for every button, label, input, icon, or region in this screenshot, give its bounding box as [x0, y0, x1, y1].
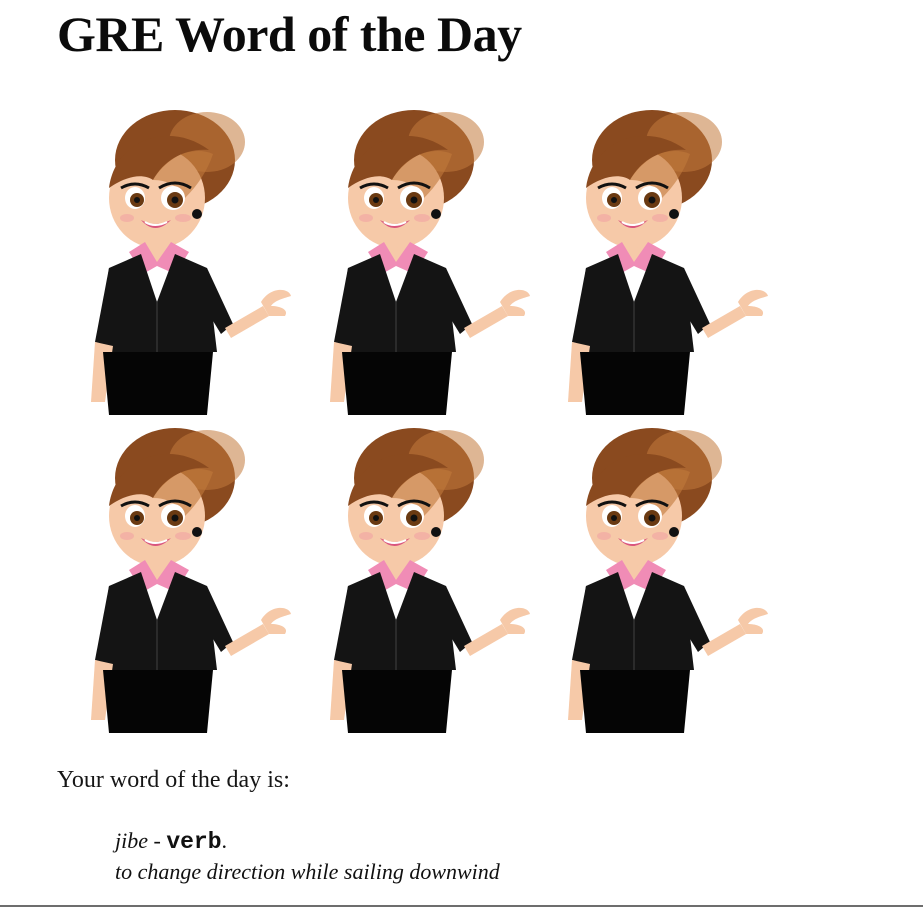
businesswoman-illustration [534, 102, 772, 415]
businesswoman-illustration [296, 420, 534, 733]
pos-suffix: . [221, 828, 228, 853]
businesswoman-illustration [296, 102, 534, 415]
word-intro: Your word of the day is: [57, 767, 290, 793]
page-title: GRE Word of the Day [57, 6, 522, 62]
businesswoman-illustration [57, 420, 295, 733]
word-line: jibe - verb. [115, 826, 500, 857]
word-separator: - [148, 828, 167, 853]
illustration-grid [57, 102, 777, 738]
word-of-day: jibe [115, 828, 148, 853]
bottom-divider [0, 905, 923, 907]
part-of-speech: verb [166, 829, 222, 855]
businesswoman-illustration [57, 102, 295, 415]
businesswoman-illustration [534, 420, 772, 733]
word-meaning: to change direction while sailing downwi… [115, 859, 500, 884]
word-definition-block: jibe - verb. to change direction while s… [115, 826, 500, 887]
